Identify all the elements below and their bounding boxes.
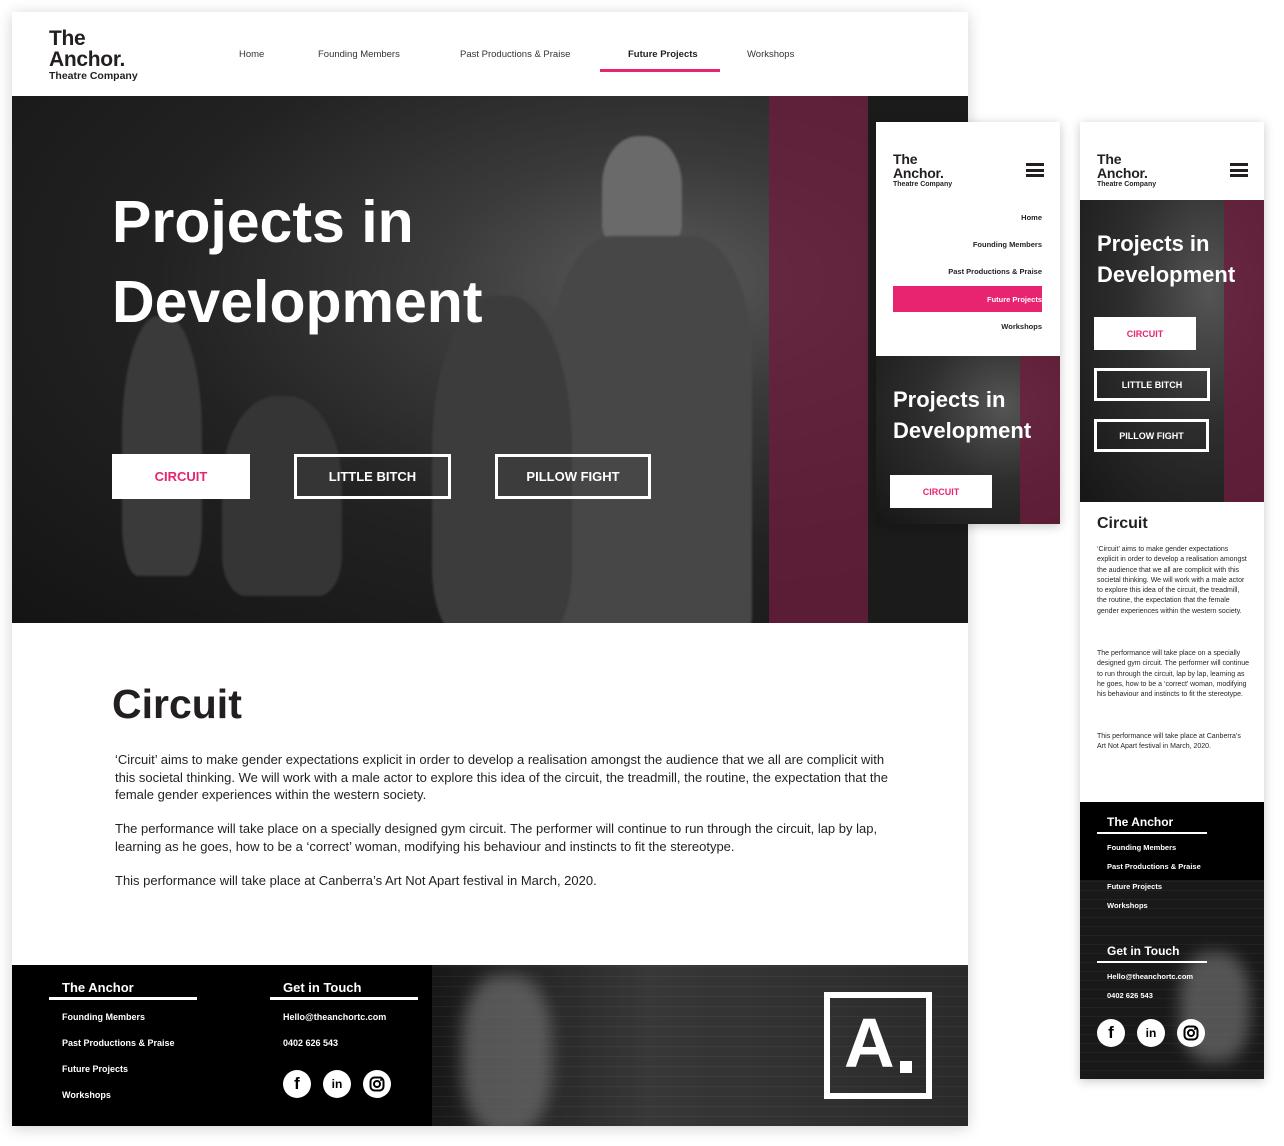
- logo-line-1: The: [893, 151, 918, 167]
- mobile-hero-title: Projects in Development: [1097, 228, 1235, 290]
- project-button-pillow-fight[interactable]: PILLOW FIGHT: [495, 454, 651, 499]
- site-footer: The Anchor Founding Members Past Product…: [12, 965, 968, 1126]
- hero-title-line-1: Projects in: [1097, 231, 1210, 256]
- desktop-mockup: The Anchor. Theatre Company Home Foundin…: [12, 12, 968, 1126]
- hero-title: Projects in Development: [112, 182, 632, 342]
- footer-link-workshops[interactable]: Workshops: [1107, 901, 1148, 910]
- hamburger-menu-icon[interactable]: [1026, 163, 1044, 177]
- footer-link-past-productions[interactable]: Past Productions & Praise: [1107, 862, 1201, 871]
- instagram-icon[interactable]: [363, 1070, 391, 1098]
- project-button-pillow-fight[interactable]: PILLOW FIGHT: [1094, 419, 1209, 452]
- footer-link-past-productions[interactable]: Past Productions & Praise: [62, 1038, 175, 1048]
- footer-divider: [49, 997, 197, 1000]
- instagram-icon[interactable]: [1177, 1019, 1205, 1047]
- hero-title-line-2: Development: [112, 269, 483, 335]
- project-paragraph-1: ‘Circuit’ aims to make gender expectatio…: [115, 752, 888, 802]
- mobile-project-paragraph-2: The performance will take place on a spe…: [1097, 650, 1249, 699]
- anchor-logo-dot: [900, 1061, 912, 1073]
- mobile-project-paragraph-3: This performance will take place at Canb…: [1097, 733, 1241, 751]
- project-button-circuit[interactable]: CIRCUIT: [112, 454, 250, 499]
- project-title: Circuit: [112, 681, 242, 727]
- logo-line-2: Anchor.: [893, 165, 944, 181]
- mobile-nav-founding-members[interactable]: Founding Members: [973, 240, 1042, 249]
- project-details: Circuit ‘Circuit’ aims to make gender ex…: [12, 623, 968, 965]
- project-button-little-bitch[interactable]: LITTLE BITCH: [1094, 368, 1210, 401]
- mobile-logo[interactable]: The Anchor. Theatre Company: [1097, 152, 1156, 188]
- main-nav: Home Founding Members Past Productions &…: [12, 12, 968, 96]
- footer-link-future-projects[interactable]: Future Projects: [62, 1064, 128, 1074]
- mobile-nav-past-productions[interactable]: Past Productions & Praise: [948, 267, 1042, 276]
- mobile-hero: Projects in Development CIRCUIT LITTLE B…: [1080, 200, 1264, 502]
- nav-item-future-projects[interactable]: Future Projects: [628, 49, 698, 60]
- nav-item-past-productions[interactable]: Past Productions & Praise: [460, 49, 570, 60]
- footer-heading-anchor: The Anchor: [62, 980, 134, 995]
- logo-line-3: Theatre Company: [1097, 181, 1157, 188]
- hero-accent-stripe: [769, 96, 868, 623]
- project-paragraph-2: The performance will take place on a spe…: [115, 821, 878, 854]
- footer-link-future-projects[interactable]: Future Projects: [1107, 882, 1162, 891]
- facebook-icon[interactable]: f: [283, 1070, 311, 1098]
- mobile-nav-workshops[interactable]: Workshops: [1001, 322, 1042, 331]
- hero-title-line-1: Projects in: [893, 387, 1006, 412]
- hamburger-menu-icon[interactable]: [1230, 163, 1248, 177]
- mobile-hero-title: Projects in Development: [893, 384, 1031, 446]
- mobile-project-paragraph-1: ‘Circuit’ aims to make gender expectatio…: [1097, 546, 1247, 615]
- project-button-circuit[interactable]: CIRCUIT: [1094, 317, 1196, 350]
- mobile-nav-future-projects[interactable]: Future Projects: [987, 295, 1042, 304]
- footer-email-link[interactable]: Hello@theanchortc.com: [1107, 972, 1193, 981]
- footer-divider: [1097, 961, 1207, 963]
- footer-heading-contact: Get in Touch: [1107, 944, 1180, 958]
- hero-title-line-2: Development: [1097, 262, 1236, 287]
- mobile-mockup-full-page: The Anchor. Theatre Company Projects in …: [1080, 122, 1264, 1079]
- hero-photo-figure: [122, 316, 202, 576]
- logo-line-3: Theatre Company: [893, 181, 953, 188]
- project-button-circuit[interactable]: CIRCUIT: [890, 475, 992, 508]
- hero-title-line-1: Projects in: [112, 189, 414, 255]
- logo-line-1: The: [1097, 151, 1122, 167]
- nav-item-home[interactable]: Home: [239, 49, 264, 60]
- footer-heading-anchor: The Anchor: [1107, 815, 1174, 829]
- footer-divider: [270, 997, 418, 1000]
- facebook-icon[interactable]: f: [1097, 1019, 1125, 1047]
- mobile-logo[interactable]: The Anchor. Theatre Company: [893, 152, 952, 188]
- footer-heading-contact: Get in Touch: [283, 980, 362, 995]
- mobile-hero: Projects in Development CIRCUIT: [876, 356, 1060, 524]
- footer-link-workshops[interactable]: Workshops: [62, 1090, 111, 1100]
- nav-item-workshops[interactable]: Workshops: [747, 49, 794, 60]
- logo-line-2: Anchor.: [1097, 165, 1148, 181]
- mobile-mockup-menu-open: The Anchor. Theatre Company Home Foundin…: [876, 122, 1060, 524]
- linkedin-icon[interactable]: in: [1137, 1019, 1165, 1047]
- footer-link-founding-members[interactable]: Founding Members: [1107, 843, 1176, 852]
- footer-divider: [1097, 832, 1207, 834]
- mobile-nav-home[interactable]: Home: [1021, 213, 1042, 222]
- nav-item-founding-members[interactable]: Founding Members: [318, 49, 400, 60]
- site-header: The Anchor. Theatre Company Home Foundin…: [12, 12, 968, 96]
- mobile-footer: The Anchor Founding Members Past Product…: [1080, 802, 1264, 1079]
- hero-title-line-2: Development: [893, 418, 1032, 443]
- footer-phone[interactable]: 0402 626 543: [1107, 991, 1153, 1000]
- footer-photo-figure: [462, 975, 552, 1126]
- footer-email-link[interactable]: Hello@theanchortc.com: [283, 1012, 386, 1022]
- footer-phone[interactable]: 0402 626 543: [283, 1038, 338, 1048]
- mobile-project-title: Circuit: [1097, 515, 1148, 532]
- active-nav-indicator: [600, 69, 720, 72]
- footer-link-founding-members[interactable]: Founding Members: [62, 1012, 145, 1022]
- linkedin-icon[interactable]: in: [323, 1070, 351, 1098]
- hero-section: Projects in Development CIRCUIT LITTLE B…: [12, 96, 968, 623]
- project-paragraph-3: This performance will take place at Canb…: [115, 873, 597, 888]
- project-button-little-bitch[interactable]: LITTLE BITCH: [294, 454, 451, 499]
- anchor-logo-mark[interactable]: A: [824, 992, 932, 1099]
- anchor-logo-letter: A: [844, 1004, 895, 1082]
